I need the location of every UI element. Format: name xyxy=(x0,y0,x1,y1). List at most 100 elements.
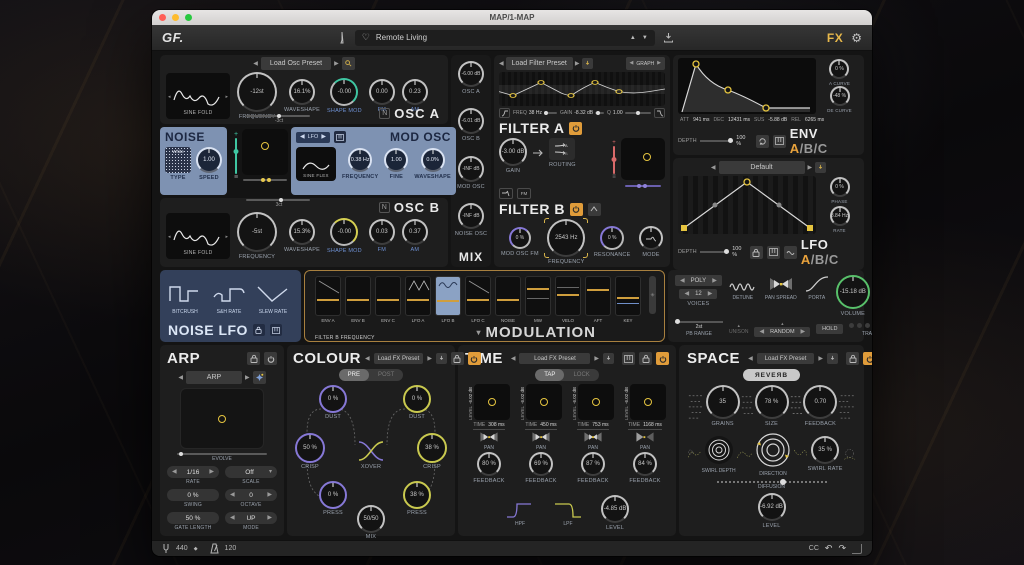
mod-source-key[interactable]: KEY xyxy=(615,276,641,323)
arp-lock-icon[interactable] xyxy=(247,352,260,365)
time-preset-save-icon[interactable] xyxy=(603,353,614,364)
space-lock-icon[interactable] xyxy=(846,352,859,365)
tap-segment[interactable]: TAP xyxy=(535,369,564,381)
osc-preset-browse-icon[interactable] xyxy=(342,57,355,70)
colour-lock-icon[interactable] xyxy=(451,352,464,365)
lfo-lock-icon[interactable] xyxy=(750,246,763,259)
time-lock-icon[interactable] xyxy=(639,352,652,365)
tap4-pan-control[interactable] xyxy=(631,430,659,444)
tuning-value[interactable]: 440 xyxy=(176,545,188,552)
filter-preset-next-icon[interactable]: ▶ xyxy=(575,61,580,67)
osc-a-shape-mod-knob[interactable]: -0.00 xyxy=(330,78,358,106)
env-values[interactable]: ATT941 ms DEC12431 ms SUS-5.88 dB REL626… xyxy=(678,117,859,123)
lfo-preset-pill[interactable]: Default xyxy=(719,161,805,174)
resize-handle[interactable] xyxy=(852,544,862,554)
time-preset-prev-icon[interactable]: ◀ xyxy=(511,356,516,362)
tap1-time[interactable]: TIME308 ms xyxy=(473,422,504,430)
colour-left-dust-knob[interactable]: 0 % DUST xyxy=(319,385,347,420)
tap3-time[interactable]: TIME753 ms xyxy=(577,422,608,430)
colour-preset-save-icon[interactable] xyxy=(436,353,447,364)
detune-control[interactable]: DETUNE xyxy=(728,275,758,301)
colour-preset-prev-icon[interactable]: ◀ xyxy=(365,356,370,362)
mod-source-lfo-c[interactable]: LFO C xyxy=(465,276,491,323)
arp-gate-control[interactable]: 50 % GATE LENGTH xyxy=(167,512,219,531)
pan-spread-control[interactable]: PAN SPREAD xyxy=(764,275,798,301)
mix-noise-osc-knob[interactable]: -INF dB xyxy=(458,203,484,229)
tap2-feedback-knob[interactable]: 69 % xyxy=(529,452,553,476)
tap3-xy-pad[interactable] xyxy=(578,384,614,420)
voices-selector[interactable]: ◀12▶ xyxy=(679,289,717,299)
osc-a-am-knob[interactable]: 0.23 xyxy=(402,79,428,105)
arp-evolve-slider[interactable]: EVOLVE xyxy=(177,453,267,462)
osc-b-waveshape-knob[interactable]: 15.3% xyxy=(289,219,315,245)
lfo-rate-knob[interactable]: 3.84 Hz xyxy=(830,206,850,226)
preset-selector[interactable]: ♡ Remote Living ▲▼ xyxy=(355,30,655,46)
preset-next-icon[interactable]: ▼ xyxy=(642,35,648,41)
titlebar[interactable]: MAP/1-MAP xyxy=(152,10,872,25)
wave-prev-icon[interactable]: ◂ xyxy=(168,94,171,100)
cc-button[interactable]: CC xyxy=(809,545,819,552)
colour-power-button[interactable] xyxy=(468,352,481,365)
arp-randomize-icon[interactable] xyxy=(253,371,266,384)
filter-b-resonance-knob[interactable]: 0 % xyxy=(600,226,624,250)
colour-left-press-knob[interactable]: 0 % PRESS xyxy=(319,481,347,516)
filter-b-mod-osc-fm-knob[interactable]: 0 % xyxy=(509,227,531,249)
arp-power-button[interactable] xyxy=(264,352,277,365)
lfo-phase-knob[interactable]: 0 % xyxy=(830,177,850,197)
porta-control[interactable]: PORTA xyxy=(804,275,830,301)
pre-segment[interactable]: PRE xyxy=(339,369,369,381)
noise-lfo-midi-keys-icon[interactable] xyxy=(270,324,282,336)
filter-b-power-button[interactable] xyxy=(570,203,583,216)
osc-preset-pill[interactable]: Load Osc Preset xyxy=(261,57,331,70)
filter-xy-vertical-slider[interactable]: +≡ xyxy=(610,138,618,180)
osc-xy-pad[interactable] xyxy=(242,129,288,175)
colour-right-press-knob[interactable]: 38 % PRESS xyxy=(403,481,431,516)
time-preset-pill[interactable]: Load FX Preset xyxy=(519,353,590,364)
space-grains-knob[interactable]: 35 xyxy=(706,385,740,419)
mix-osc-b-knob[interactable]: -6.01 dB xyxy=(458,108,484,134)
mod-osc-wave-display[interactable]: SINE FLEX xyxy=(296,147,336,181)
filter-b-slope-icon[interactable] xyxy=(588,203,601,216)
lfo-depth-slider[interactable]: DEPTH100 % xyxy=(678,246,746,258)
mod-scrollbar[interactable]: ◈ xyxy=(649,276,656,314)
mod-source-velo[interactable]: VELO xyxy=(555,276,581,323)
filter-b-frequency-knob[interactable]: 2543 Hz xyxy=(547,219,585,257)
arp-scale-control[interactable]: Off▾ SCALE xyxy=(225,466,277,485)
osc-a-waveshape-knob[interactable]: 16.1% xyxy=(289,79,315,105)
space-preset-prev-icon[interactable]: ◀ xyxy=(748,356,753,362)
filter-b-curve-icon[interactable] xyxy=(499,188,513,199)
redo-icon[interactable]: ↷ xyxy=(838,543,846,554)
arp-rate-control[interactable]: ◀1/16▶ RATE xyxy=(167,466,219,485)
space-size-knob[interactable]: 78 % xyxy=(755,385,789,419)
undo-icon[interactable]: ↶ xyxy=(825,543,833,554)
lfo-preset-next-icon[interactable]: ▶ xyxy=(808,165,813,171)
osc-xy-vertical-slider[interactable]: +≡ xyxy=(232,131,240,181)
volume-knob[interactable]: -15.18 dB xyxy=(836,275,870,309)
space-swirl-depth-control[interactable]: SWIRL DEPTH xyxy=(702,433,736,474)
tap4-feedback-knob[interactable]: 84 % xyxy=(633,452,657,476)
mod-source-env-a[interactable]: ENV A xyxy=(315,276,341,323)
colour-preset-pill[interactable]: Load FX Preset xyxy=(374,353,424,364)
colour-preset-next-icon[interactable]: ▶ xyxy=(427,356,432,362)
arp-xy-pad[interactable] xyxy=(180,388,264,449)
noise-lfo-lock-icon[interactable] xyxy=(253,324,265,336)
mod-source-mw[interactable]: MW xyxy=(525,276,551,323)
filter-b-mode-knob[interactable] xyxy=(639,226,663,250)
env-loop-icon[interactable] xyxy=(756,135,769,148)
mod-source-env-c[interactable]: ENV C xyxy=(375,276,401,323)
env-graph[interactable] xyxy=(678,58,816,114)
colour-mix-knob[interactable]: 50/50 MIX xyxy=(357,505,385,540)
time-level-knob[interactable]: -4.85 dB xyxy=(601,495,629,523)
space-diffusion-slider[interactable]: DIFFUSION xyxy=(717,481,827,490)
arp-preset-prev-icon[interactable]: ◀ xyxy=(178,375,183,381)
hold-button[interactable]: HOLD xyxy=(816,324,843,334)
time-hpf-control[interactable]: HPF xyxy=(505,500,535,527)
filter-gain-slider[interactable]: GAIN-8.32 dB xyxy=(560,110,604,116)
arp-mode-control[interactable]: ◀UP▶ MODE xyxy=(225,512,277,531)
lfo-preset-save-icon[interactable] xyxy=(815,162,826,173)
colour-right-dust-knob[interactable]: 0 % DUST xyxy=(403,385,431,420)
env-depth-slider[interactable]: DEPTH100 % xyxy=(678,135,752,147)
osc-preset-prev-icon[interactable]: ◀ xyxy=(253,61,258,67)
pb-range-slider[interactable]: 2st PB RANGE xyxy=(675,321,723,337)
filter-a-power-button[interactable] xyxy=(569,122,582,135)
